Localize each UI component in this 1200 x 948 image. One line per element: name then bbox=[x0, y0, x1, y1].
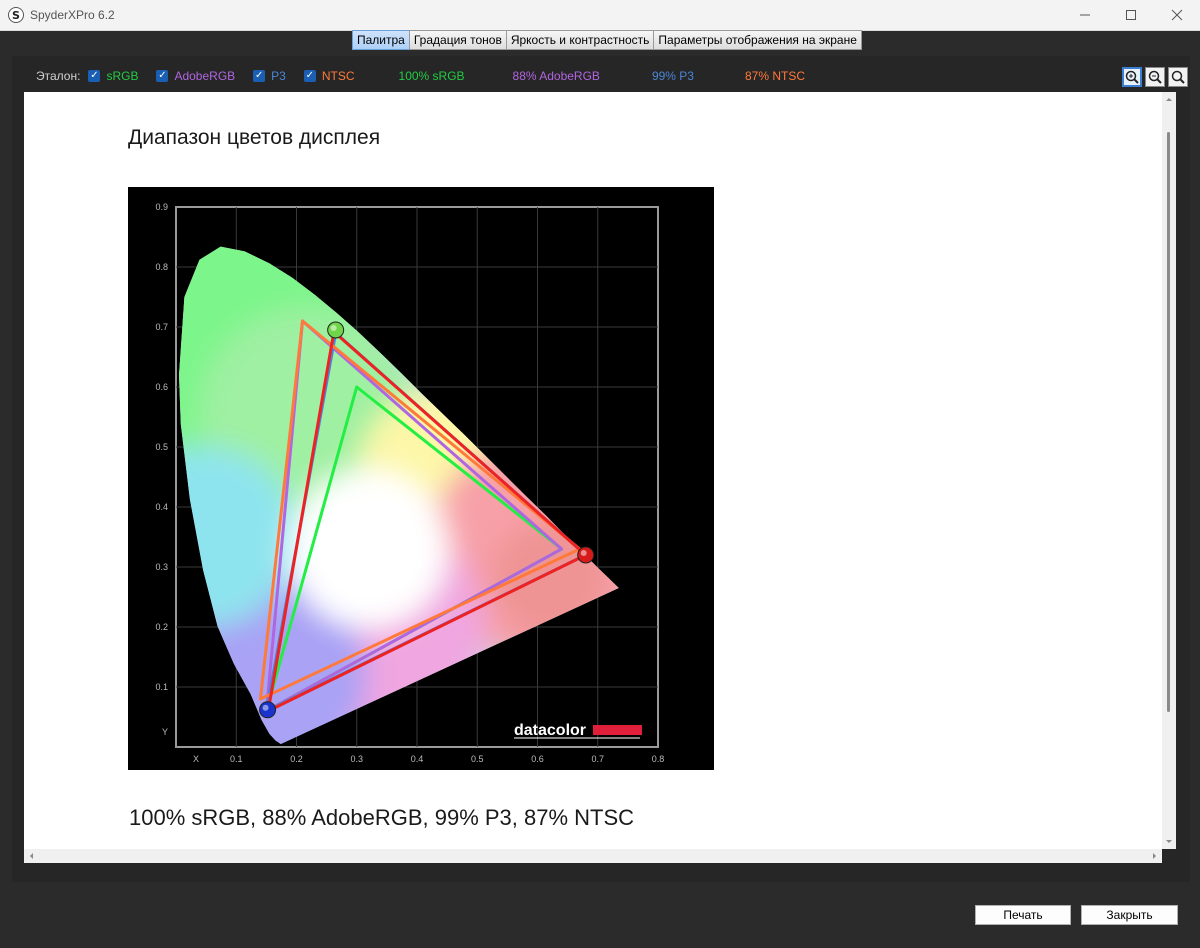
srgb-label: sRGB bbox=[106, 69, 139, 83]
title-bar: S SpyderXPro 6.2 bbox=[0, 0, 1200, 31]
x-tick-label: 0.4 bbox=[411, 754, 424, 764]
x-tick-label: 0.7 bbox=[591, 754, 604, 764]
p3-checkbox[interactable]: ✓ bbox=[253, 70, 266, 82]
close-icon bbox=[1171, 9, 1183, 21]
y-tick-label: 0.3 bbox=[155, 562, 168, 572]
p3-result: 99% P3 bbox=[651, 69, 694, 83]
adobergb-checkbox[interactable]: ✓ bbox=[156, 70, 169, 82]
maximize-icon bbox=[1126, 10, 1136, 20]
tab-brightness-contrast[interactable]: Яркость и контрастность bbox=[505, 30, 655, 50]
p3-label: P3 bbox=[271, 69, 286, 83]
ntsc-label: NTSC bbox=[321, 69, 355, 83]
maximize-button[interactable] bbox=[1108, 0, 1154, 30]
y-tick-label: 0.5 bbox=[155, 442, 168, 452]
adobergb-result: 88% AdobeRGB bbox=[512, 69, 600, 83]
ntsc-result: 87% NTSC bbox=[744, 69, 806, 83]
x-axis-label: X bbox=[193, 754, 199, 764]
y-tick-label: 0.6 bbox=[155, 382, 168, 392]
tab-display-settings[interactable]: Параметры отображения на экране bbox=[653, 30, 862, 50]
app-logo-icon: S bbox=[8, 7, 24, 23]
datacolor-watermark: datacolor bbox=[514, 722, 642, 739]
zoom-fit-button[interactable] bbox=[1168, 67, 1188, 87]
y-axis-label: Y bbox=[162, 727, 168, 737]
x-tick-label: 0.6 bbox=[531, 754, 544, 764]
y-tick-label: 0.1 bbox=[155, 682, 168, 692]
tab-palette[interactable]: Палитра bbox=[352, 30, 410, 50]
page-title: Диапазон цветов дисплея bbox=[128, 126, 381, 149]
primary-point-highlight bbox=[330, 325, 337, 331]
y-tick-label: 0.7 bbox=[155, 322, 168, 332]
x-tick-label: 0.5 bbox=[471, 754, 484, 764]
srgb-result: 100% sRGB bbox=[398, 69, 465, 83]
zoom-fit-icon bbox=[1171, 70, 1185, 84]
scroll-right-icon bbox=[1153, 853, 1156, 859]
vertical-scrollbar[interactable] bbox=[1162, 92, 1176, 849]
zoom-out-button[interactable] bbox=[1145, 67, 1165, 87]
minimize-icon bbox=[1080, 14, 1090, 16]
y-tick-label: 0.9 bbox=[155, 202, 168, 212]
srgb-checkbox[interactable]: ✓ bbox=[88, 70, 101, 82]
zoom-controls bbox=[1122, 67, 1188, 87]
gamut-chart-svg: 0.1 0.2 0.3 0.4 0.5 0.6 0.7 0.8 0.1 0.2 0.3 0.4 0.5 0… bbox=[155, 202, 665, 764]
vertical-scroll-thumb[interactable] bbox=[1167, 132, 1170, 712]
y-tick-label: 0.2 bbox=[155, 622, 168, 632]
print-button[interactable]: Печать bbox=[975, 905, 1071, 925]
minimize-button[interactable] bbox=[1062, 0, 1108, 30]
adobergb-label: AdobeRGB bbox=[174, 69, 236, 83]
x-tick-label: 0.8 bbox=[652, 754, 665, 764]
horizontal-scrollbar[interactable] bbox=[24, 849, 1162, 863]
x-tick-label: 0.3 bbox=[350, 754, 363, 764]
zoom-out-icon bbox=[1148, 70, 1162, 84]
zoom-in-icon bbox=[1125, 70, 1139, 84]
y-tick-label: 0.4 bbox=[155, 502, 168, 512]
y-tick-label: 0.8 bbox=[155, 262, 168, 272]
close-button[interactable]: Закрыть bbox=[1081, 905, 1178, 925]
scroll-down-icon bbox=[1166, 840, 1172, 843]
close-window-button[interactable] bbox=[1154, 0, 1200, 30]
gamut-summary: 100% sRGB, 88% AdobeRGB, 99% P3, 87% NTS… bbox=[129, 805, 635, 830]
window-title: SpyderXPro 6.2 bbox=[30, 8, 115, 22]
x-tick-label: 0.1 bbox=[230, 754, 243, 764]
x-tick-label: 0.2 bbox=[290, 754, 303, 764]
reference-legend: Эталон: ✓ sRGB ✓ AdobeRGB ✓ P3 ✓ NTSC 10… bbox=[36, 67, 805, 85]
watermark-text: datacolor bbox=[514, 722, 586, 739]
gamut-chart: 0.1 0.2 0.3 0.4 0.5 0.6 0.7 0.8 0.1 0.2 0.3 0.4 0.5 0… bbox=[128, 187, 714, 770]
primary-point-highlight bbox=[262, 704, 269, 711]
primary-point-highlight bbox=[580, 550, 587, 556]
tab-bar: Палитра Градация тонов Яркость и контрас… bbox=[352, 30, 862, 50]
tab-tone-gradation[interactable]: Градация тонов bbox=[408, 30, 507, 50]
scroll-up-icon bbox=[1166, 98, 1172, 101]
reference-label: Эталон: bbox=[36, 69, 81, 83]
ntsc-checkbox[interactable]: ✓ bbox=[303, 70, 316, 82]
report-view: Диапазон цветов дисплея 0.1 0.2 0.3 0.4 0.5 0… bbox=[24, 92, 1162, 849]
zoom-in-button[interactable] bbox=[1122, 67, 1142, 87]
scroll-left-icon bbox=[30, 853, 33, 859]
